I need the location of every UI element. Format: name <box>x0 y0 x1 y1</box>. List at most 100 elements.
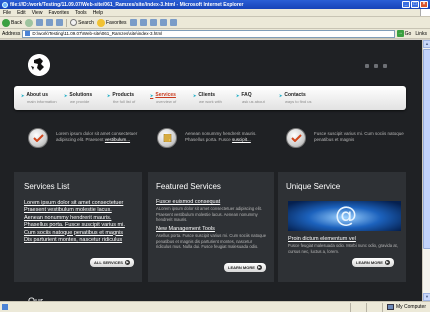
address-bar: Address D:\work\Testing\11.09.07\Web-sit… <box>0 29 430 39</box>
arrow-right-icon: ➤ <box>193 92 197 98</box>
feature-description: Fusce suscipit varius mi. Cum sociis nat… <box>314 131 404 142</box>
featured-entry-title[interactable]: Fusce euismod consequat <box>156 199 220 205</box>
globe-logo-icon[interactable] <box>28 54 50 76</box>
go-button[interactable]: → Go <box>396 30 414 37</box>
feature-link[interactable]: vestibulum... <box>105 137 130 142</box>
mail-icon[interactable] <box>139 19 147 26</box>
menu-edit[interactable]: Edit <box>17 10 26 16</box>
nav-sublabel: we provide <box>70 99 90 104</box>
back-label: Back <box>11 19 23 26</box>
nav-sublabel: overview of <box>156 99 177 104</box>
window-title: file:///D:/work/Testing/11.09.07/Web-sit… <box>10 1 244 8</box>
nav-label: Contacts <box>284 92 306 98</box>
sitemap-icon[interactable] <box>383 64 387 68</box>
forward-button[interactable] <box>25 18 34 27</box>
status-bar: My Computer <box>0 301 430 312</box>
arrow-right-icon: ➤ <box>21 92 25 98</box>
learn-more-button[interactable]: LEARN MORE ▶ <box>352 258 394 267</box>
list-item[interactable]: Cum sociis natoque penatibus et magnis <box>24 230 125 237</box>
history-icon[interactable] <box>129 19 137 26</box>
browser-toolbar: Back Search Favorites <box>0 17 430 29</box>
maximize-button[interactable]: □ <box>411 1 419 8</box>
print-icon[interactable] <box>149 19 157 26</box>
list-item[interactable]: Praesent vestibulum molestie lacus. <box>24 207 125 214</box>
go-label: Go <box>404 30 412 37</box>
go-arrow-icon: → <box>396 30 404 37</box>
nav-item-faq[interactable]: ➤ FAQ ask us about <box>233 92 276 104</box>
featured-entry-text: Asellus porta. Fusce suscipit varius mi.… <box>156 233 267 250</box>
scroll-thumb[interactable] <box>423 49 430 249</box>
document-icon <box>157 128 177 148</box>
page-icon <box>25 31 31 36</box>
mail-icon[interactable] <box>374 64 378 68</box>
list-item[interactable]: Aenean nonummy hendrerit mauris. <box>24 215 125 222</box>
close-button[interactable]: × <box>420 1 428 8</box>
page-loaded-icon <box>2 304 8 310</box>
button-label: LEARN MORE <box>356 260 383 265</box>
unique-service-card: Unique Service @ Proin dictum elementum … <box>278 172 406 282</box>
menu-view[interactable]: View <box>32 10 43 16</box>
nav-label: Solutions <box>69 92 93 98</box>
arrow-right-icon: ▶ <box>256 265 262 270</box>
search-button[interactable]: Search <box>70 19 94 26</box>
nav-label: Products <box>112 92 135 98</box>
checkmark-icon <box>286 128 306 148</box>
arrow-right-icon: ➤ <box>150 92 154 98</box>
nav-label: Services <box>155 92 176 98</box>
vertical-scrollbar[interactable]: ▲ ▼ <box>422 40 430 301</box>
home-icon[interactable] <box>365 64 369 68</box>
my-computer-icon <box>386 304 394 310</box>
feature-link[interactable]: suscipit... <box>232 137 251 142</box>
folder-icon[interactable] <box>169 19 177 26</box>
status-message <box>0 304 350 310</box>
arrow-right-icon: ➤ <box>107 92 111 98</box>
all-services-button[interactable]: ALL SERVICES ▶ <box>90 258 134 267</box>
edit-icon[interactable] <box>159 19 167 26</box>
nav-item-products[interactable]: ➤ Products the full list of <box>104 92 147 104</box>
refresh-icon[interactable] <box>46 19 54 26</box>
back-arrow-icon <box>2 18 10 27</box>
button-label: LEARN MORE <box>228 265 255 270</box>
feature-text: Fusce suscipit varius mi. Cum sociis nat… <box>314 131 404 143</box>
menu-tools[interactable]: Tools <box>75 10 87 16</box>
menu-file[interactable]: File <box>3 10 11 16</box>
nav-item-contacts[interactable]: ➤ Contacts ways to find us <box>276 92 319 104</box>
scroll-up-arrow-icon[interactable]: ▲ <box>423 40 430 48</box>
unique-service-link[interactable]: Proin dictum elementum vel <box>288 236 356 242</box>
nav-item-services[interactable]: ➤ Services overview of <box>147 92 190 104</box>
home-icon[interactable] <box>56 19 64 26</box>
links-button[interactable]: Links <box>415 31 430 37</box>
feature-text: Lorem ipsum dolor sit amet consectetuer … <box>56 131 146 143</box>
nav-sublabel: we work with <box>199 99 222 104</box>
zone-label: My Computer <box>395 304 426 310</box>
nav-item-about-us[interactable]: ➤ About us main information <box>18 92 61 104</box>
nav-item-clients[interactable]: ➤ Clients we work with <box>190 92 233 104</box>
learn-more-button[interactable]: LEARN MORE ▶ <box>224 263 266 272</box>
arrow-right-icon: ➤ <box>279 92 283 98</box>
address-input[interactable]: D:\work\Testing\11.09.07\Web-site\061_Ra… <box>22 29 395 38</box>
list-item[interactable]: Lorem ipsum dolor sit amet consectetuer <box>24 200 125 207</box>
services-list-title: Services List <box>24 182 70 191</box>
unique-service-text: Fusce feugiat malesuada odio. Morbi nunc… <box>288 243 398 254</box>
featured-entry-text: ALorem ipsum dolor sit amet consectetuer… <box>156 206 262 223</box>
featured-entry-title[interactable]: New Management Tools <box>156 226 215 232</box>
address-url: D:\work\Testing\11.09.07\Web-site\061_Ra… <box>32 31 163 36</box>
list-item[interactable]: Phasellus porta. Fusce suscipit varius m… <box>24 222 125 229</box>
scroll-down-arrow-icon[interactable]: ▼ <box>423 293 430 301</box>
address-label: Address <box>2 30 21 37</box>
email-banner-image: @ <box>288 201 401 231</box>
window-controls: _ □ × <box>402 1 430 8</box>
menu-help[interactable]: Help <box>93 10 103 16</box>
list-item[interactable]: Dis parturient montes, nascetur ridiculu… <box>24 237 125 244</box>
page-viewport: ➤ About us main information ➤ Solutions we… <box>0 40 422 301</box>
favorites-button[interactable]: Favorites <box>96 18 127 27</box>
at-sign-icon: @ <box>335 203 357 228</box>
menu-favorites[interactable]: Favorites <box>48 10 69 16</box>
minimize-button[interactable]: _ <box>402 1 410 8</box>
arrow-right-icon: ➤ <box>236 92 240 98</box>
back-button[interactable]: Back <box>2 18 23 27</box>
header-icons <box>365 64 387 68</box>
nav-item-solutions[interactable]: ➤ Solutions we provide <box>61 92 104 104</box>
nav-label: Clients <box>198 92 216 98</box>
stop-icon[interactable] <box>36 19 44 26</box>
